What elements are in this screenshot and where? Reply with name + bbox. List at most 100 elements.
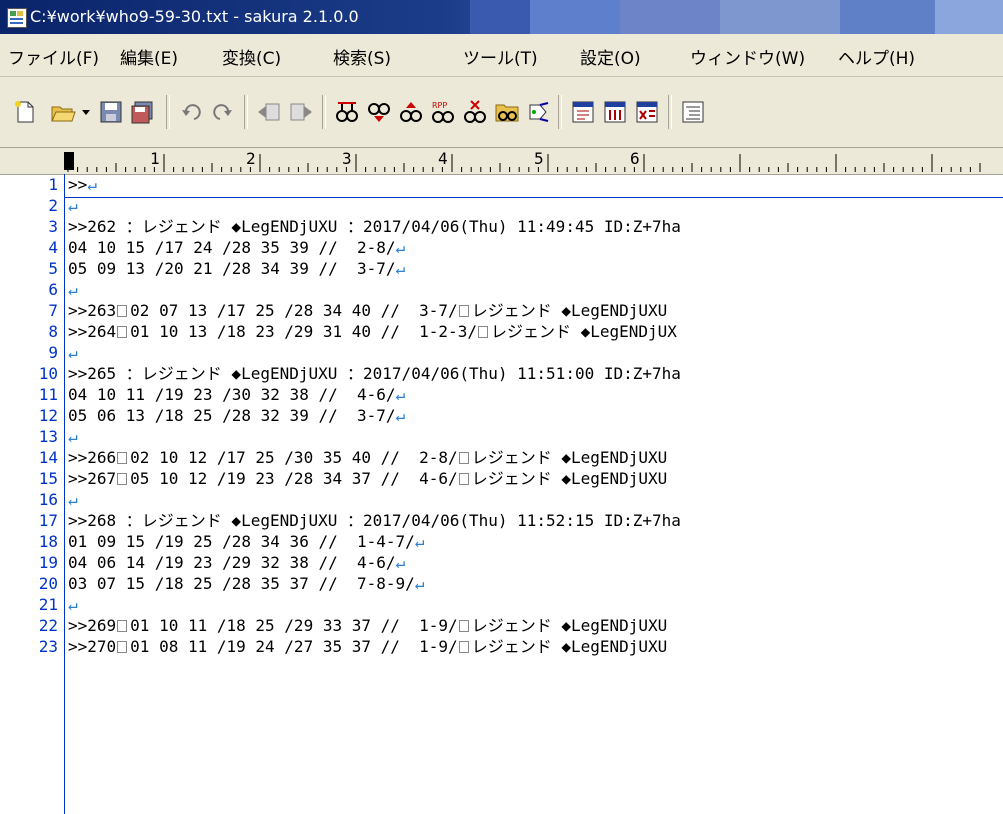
- next-jump-icon[interactable]: [288, 99, 314, 125]
- editor-line[interactable]: 13 ↵: [0, 426, 1003, 447]
- crlf-mark: ↵: [68, 196, 78, 215]
- search-icon[interactable]: [334, 99, 360, 125]
- editor-line[interactable]: 21 ↵: [0, 594, 1003, 615]
- line-text: >>265 ：レジェンド ◆LegENDjUXU ：2017/04/06(Thu…: [68, 364, 681, 383]
- line-text: ↵: [68, 279, 78, 300]
- line-text: ↵: [68, 426, 78, 447]
- line-text: 04 10 11 /19 23 /30 32 38 // 4-6/↵: [68, 385, 406, 404]
- window2-icon[interactable]: [602, 99, 628, 125]
- grep-icon[interactable]: [494, 99, 520, 125]
- outline-icon[interactable]: [680, 99, 706, 125]
- crlf-mark: ↵: [395, 406, 406, 425]
- editor-line[interactable]: 23 >>270 01 08 11 /19 24 /27 35 37 // 1-9/…: [0, 636, 1003, 657]
- editor-line[interactable]: 14 >>266 02 10 12 /17 25 /30 35 40 // 2-8/…: [0, 447, 1003, 468]
- crlf-mark: ↵: [68, 490, 78, 509]
- editor-line[interactable]: 2 ↵: [0, 195, 1003, 216]
- line-text: >>269 01 10 11 /18 25 /29 33 37 // 1-9/レジ…: [68, 616, 668, 635]
- line-text: ↵: [68, 342, 78, 363]
- editor-line[interactable]: 1 >>↵: [0, 174, 1003, 195]
- tab-mark: [117, 326, 128, 338]
- line-text: 01 09 15 /19 25 /28 34 36 // 1-4-7/↵: [68, 532, 425, 551]
- new-file-icon[interactable]: [12, 99, 38, 125]
- menu-tools[interactable]: ツール(T): [463, 44, 538, 69]
- window3-icon[interactable]: [634, 99, 660, 125]
- line-number: 15: [38, 469, 58, 488]
- tab-mark: [458, 641, 469, 653]
- editor-line[interactable]: 6 ↵: [0, 279, 1003, 300]
- editor-line[interactable]: 5 05 09 13 /20 21 /28 34 39 // 3-7/↵: [0, 258, 1003, 279]
- save-all-icon[interactable]: [130, 99, 156, 125]
- mark-icon[interactable]: [462, 99, 488, 125]
- editor-line[interactable]: 7 >>263 02 07 13 /17 25 /28 34 40 // 3-7/レ…: [0, 300, 1003, 321]
- menu-search[interactable]: 検索(S): [333, 44, 391, 69]
- line-number: 11: [38, 385, 58, 404]
- crlf-mark: ↵: [414, 532, 425, 551]
- undo-icon[interactable]: [178, 99, 204, 125]
- save-icon[interactable]: [98, 99, 124, 125]
- ruler-label: 5: [534, 149, 544, 168]
- editor-line[interactable]: 10 >>265 ：レジェンド ◆LegENDjUXU ：2017/04/06(T…: [0, 363, 1003, 384]
- line-number: 19: [38, 553, 58, 572]
- line-number: 5: [48, 259, 58, 278]
- editor-line[interactable]: 20 03 07 15 /18 25 /28 35 37 // 7-8-9/↵: [0, 573, 1003, 594]
- line-text: >>264 01 10 13 /18 23 /29 31 40 // 1-2-3/…: [68, 322, 677, 341]
- line-number: 4: [48, 238, 58, 257]
- window-icon[interactable]: [570, 99, 596, 125]
- app-icon[interactable]: [7, 8, 27, 28]
- editor-line[interactable]: 16 ↵: [0, 489, 1003, 510]
- caret-line-underline: [65, 197, 1003, 198]
- menu-help[interactable]: ヘルプ(H): [838, 44, 915, 69]
- editor-line[interactable]: 11 04 10 11 /19 23 /30 32 38 // 4-6/↵: [0, 384, 1003, 405]
- editor-line[interactable]: 12 05 06 13 /18 25 /28 32 39 // 3-7/↵: [0, 405, 1003, 426]
- prev-jump-icon[interactable]: [256, 99, 282, 125]
- editor-line[interactable]: 17 >>268 ：レジェンド ◆LegENDjUXU ：2017/04/06(T…: [0, 510, 1003, 531]
- editor-line[interactable]: 18 01 09 15 /19 25 /28 34 36 // 1-4-7/↵: [0, 531, 1003, 552]
- editor-line[interactable]: 19 04 06 14 /19 23 /29 32 38 // 4-6/↵: [0, 552, 1003, 573]
- ruler-label: 3: [342, 149, 352, 168]
- crlf-mark: ↵: [395, 553, 406, 572]
- menu-convert[interactable]: 変換(C): [222, 44, 281, 69]
- open-file-icon[interactable]: [50, 99, 76, 125]
- line-number: 13: [38, 427, 58, 446]
- line-number: 17: [38, 511, 58, 530]
- title-bar[interactable]: C:¥work¥who9-59-30.txt - sakura 2.1.0.0: [0, 0, 1003, 34]
- menu-settings[interactable]: 設定(O): [580, 44, 641, 69]
- line-text: >>270 01 08 11 /19 24 /27 35 37 // 1-9/レジ…: [68, 637, 668, 656]
- crlf-mark: ↵: [87, 175, 97, 194]
- editor-line[interactable]: 8 >>264 01 10 13 /18 23 /29 31 40 // 1-2-3…: [0, 321, 1003, 342]
- ruler: 1 2 3 4 5 6: [0, 147, 1003, 175]
- replace-icon[interactable]: RPP: [430, 99, 456, 125]
- tag-jump-icon[interactable]: [526, 99, 552, 125]
- search-prev-icon[interactable]: [398, 99, 424, 125]
- line-number: 3: [48, 217, 58, 236]
- menu-edit[interactable]: 編集(E): [120, 44, 178, 69]
- ruler-label: 4: [438, 149, 448, 168]
- dropdown-arrow-icon[interactable]: [80, 99, 92, 125]
- tab-mark: [458, 473, 469, 485]
- crlf-mark: ↵: [68, 427, 78, 446]
- ruler-label: 6: [630, 149, 640, 168]
- redo-icon[interactable]: [210, 99, 236, 125]
- toolbar: RPP: [0, 77, 1003, 147]
- line-number: 6: [48, 280, 58, 299]
- menu-file[interactable]: ファイル(F): [8, 44, 99, 69]
- tab-mark: [117, 305, 128, 317]
- editor-line[interactable]: 3 >>262 ：レジェンド ◆LegENDjUXU ：2017/04/06(Th…: [0, 216, 1003, 237]
- editor-line[interactable]: 4 04 10 15 /17 24 /28 35 39 // 2-8/↵: [0, 237, 1003, 258]
- line-text: ↵: [68, 594, 78, 615]
- line-number: 22: [38, 616, 58, 635]
- line-text: ↵: [68, 489, 78, 510]
- search-next-icon[interactable]: [366, 99, 392, 125]
- line-text: ↵: [68, 195, 78, 216]
- line-text: >>↵: [68, 175, 97, 194]
- crlf-mark: ↵: [68, 595, 78, 614]
- ruler-cursor-marker: [64, 152, 74, 170]
- tab-mark: [458, 305, 469, 317]
- line-number: 9: [48, 343, 58, 362]
- menu-window[interactable]: ウィンドウ(W): [690, 44, 805, 69]
- editor-line[interactable]: 22 >>269 01 10 11 /18 25 /29 33 37 // 1-9/…: [0, 615, 1003, 636]
- ruler-label: 2: [246, 149, 256, 168]
- editor-line[interactable]: 15 >>267 05 10 12 /19 23 /28 34 37 // 4-6/…: [0, 468, 1003, 489]
- editor-line[interactable]: 9 ↵: [0, 342, 1003, 363]
- crlf-mark: ↵: [395, 385, 406, 404]
